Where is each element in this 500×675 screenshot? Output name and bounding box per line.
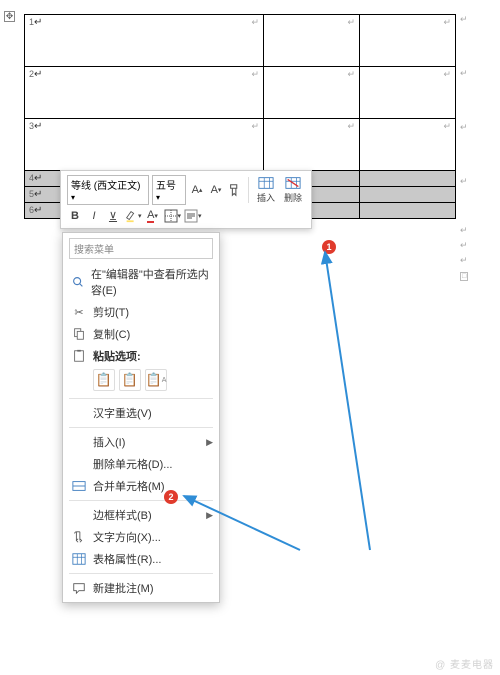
search-icon	[71, 275, 85, 289]
bold-button[interactable]: B	[67, 208, 83, 224]
menu-item-label: 表格属性(R)...	[93, 551, 161, 567]
table-properties-icon	[71, 552, 87, 566]
menu-delete-cells[interactable]: 删除单元格(D)...	[63, 453, 219, 475]
menu-copy[interactable]: 复制(C)	[63, 323, 219, 345]
menu-item-label: 剪切(T)	[93, 304, 129, 320]
paste-text-only-button[interactable]: 📋A	[145, 369, 167, 391]
table-row: 3↵↵↵↵	[25, 119, 456, 171]
menu-item-label: 汉字重选(V)	[93, 405, 152, 421]
annotation-badge-1: 1	[322, 240, 336, 254]
scissors-icon: ✂	[71, 306, 87, 319]
highlight-button[interactable]: ▾	[124, 208, 142, 224]
menu-item-label: 边框样式(B)	[93, 507, 152, 523]
menu-paste-label: 粘贴选项:	[63, 345, 219, 367]
insert-button[interactable]: 插入	[254, 175, 278, 205]
menu-item-label: 粘贴选项:	[93, 348, 141, 364]
italic-button[interactable]: I	[86, 208, 102, 224]
shrink-font-button[interactable]: A▾	[208, 182, 224, 198]
chevron-right-icon: ▶	[206, 437, 213, 448]
table-row: 1↵↵↵↵	[25, 15, 456, 67]
menu-item-label: 在"编辑器"中查看所选内容(E)	[91, 266, 211, 298]
font-family-select[interactable]: 等线 (西文正文) ▾	[67, 175, 149, 205]
menu-item-label: 插入(I)	[93, 434, 125, 450]
menu-item-label: 新建批注(M)	[93, 580, 154, 596]
menu-lookup[interactable]: 在"编辑器"中查看所选内容(E)	[63, 263, 219, 301]
paste-options-row: 📋 📋 📋A	[63, 367, 219, 395]
format-painter-button[interactable]	[227, 182, 243, 198]
border-button[interactable]: ▾	[164, 208, 182, 224]
menu-text-direction[interactable]: 文字方向(X)...	[63, 526, 219, 548]
menu-hanzi-reselect[interactable]: 汉字重选(V)	[63, 402, 219, 424]
merge-icon	[71, 479, 87, 493]
context-menu: 搜索菜单 在"编辑器"中查看所选内容(E) ✂ 剪切(T) 复制(C) 粘贴选项…	[62, 232, 220, 603]
underline-button[interactable]: ⊻	[105, 208, 121, 224]
table-anchor-icon[interactable]: ✥	[4, 11, 15, 22]
copy-icon	[71, 327, 87, 341]
menu-cut[interactable]: ✂ 剪切(T)	[63, 301, 219, 323]
chevron-right-icon: ▶	[206, 510, 213, 521]
paste-merge-button[interactable]: 📋	[119, 369, 141, 391]
font-size-select[interactable]: 五号 ▾	[152, 175, 186, 205]
menu-item-label: 合并单元格(M)	[93, 478, 165, 494]
menu-insert[interactable]: 插入(I) ▶	[63, 431, 219, 453]
font-color-button[interactable]: A▾	[145, 208, 161, 224]
menu-search-input[interactable]: 搜索菜单	[69, 238, 213, 259]
paste-icon	[71, 349, 87, 363]
annotation-badge-2: 2	[164, 490, 178, 504]
text-direction-icon	[71, 530, 87, 544]
comment-icon	[71, 581, 87, 595]
menu-border-style[interactable]: 边框样式(B) ▶	[63, 504, 219, 526]
menu-item-label: 文字方向(X)...	[93, 529, 161, 545]
mini-toolbar: 等线 (西文正文) ▾ 五号 ▾ A▴ A▾ 插入 删除 B I ⊻ ▾ A▾ …	[60, 170, 312, 229]
paste-keep-source-button[interactable]: 📋	[93, 369, 115, 391]
menu-item-label: 复制(C)	[93, 326, 130, 342]
menu-table-properties[interactable]: 表格属性(R)...	[63, 548, 219, 570]
menu-merge-cells[interactable]: 合并单元格(M)	[63, 475, 219, 497]
menu-new-comment[interactable]: 新建批注(M)	[63, 577, 219, 599]
delete-button[interactable]: 删除	[281, 175, 305, 205]
menu-item-label: 删除单元格(D)...	[93, 456, 172, 472]
watermark: @ 麦麦电器	[435, 656, 494, 671]
grow-font-button[interactable]: A▴	[189, 182, 205, 198]
table-row: 2↵↵↵↵	[25, 67, 456, 119]
align-button[interactable]: ▾	[184, 208, 202, 224]
